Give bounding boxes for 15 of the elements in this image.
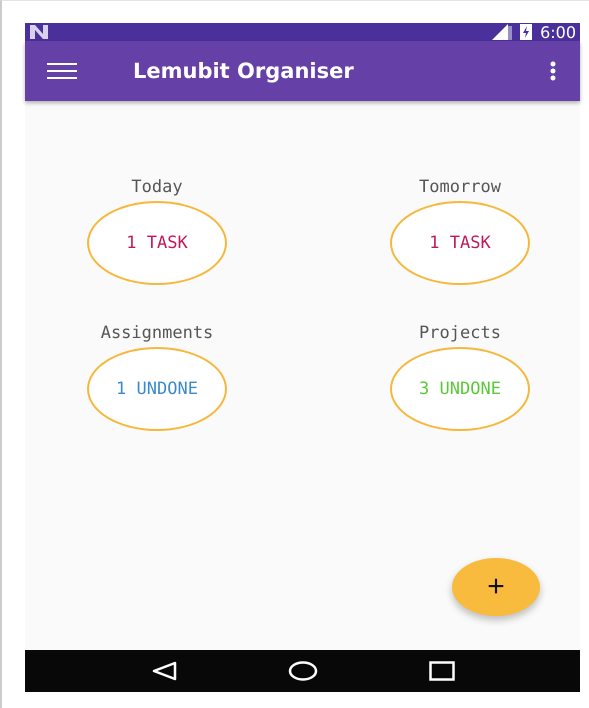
home-icon[interactable]: [288, 661, 318, 681]
count-circle[interactable]: 1 TASK: [390, 201, 530, 285]
category-label: Assignments: [100, 323, 214, 343]
count-circle[interactable]: 1 UNDONE: [87, 347, 227, 431]
back-icon[interactable]: [150, 661, 176, 681]
category-label: Tomorrow: [419, 177, 501, 197]
category-label: Projects: [419, 323, 501, 343]
count-circle[interactable]: 1 TASK: [87, 201, 227, 285]
signal-icon: [492, 24, 512, 40]
category-label: Today: [131, 177, 183, 197]
add-button[interactable]: +: [452, 558, 540, 616]
recent-apps-icon[interactable]: [428, 661, 454, 681]
notification-icon: [29, 25, 51, 39]
app-title: Lemubit Organiser: [133, 59, 354, 83]
clock-time: 6:00: [540, 22, 576, 42]
